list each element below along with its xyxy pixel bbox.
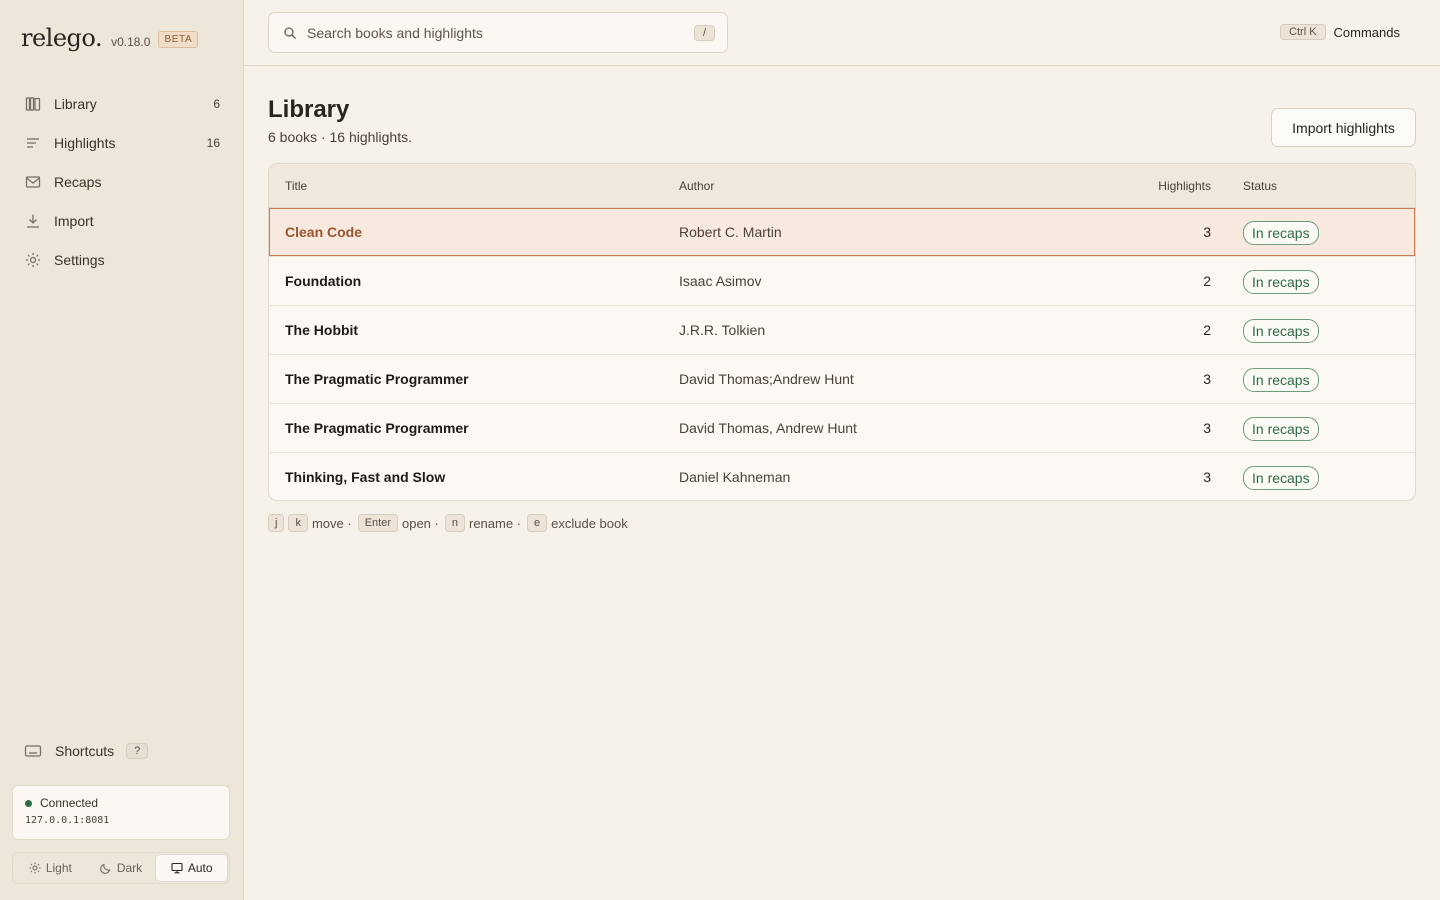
book-title: Foundation [285, 273, 362, 289]
hint-key-k: k [288, 514, 308, 532]
theme-auto-label: Auto [187, 861, 213, 875]
status-badge: In recaps [1243, 466, 1319, 490]
book-title: Clean Code [285, 224, 363, 240]
status-badge: In recaps [1243, 270, 1319, 294]
search-input[interactable] [307, 24, 694, 41]
status-badge: In recaps [1243, 319, 1319, 343]
hint-key-j: j [268, 514, 285, 532]
hint-key-e: e [527, 514, 548, 532]
book-highlight-count: 3 [1203, 224, 1211, 240]
commands-button[interactable]: Ctrl K Commands [1280, 24, 1400, 40]
sidebar-item-count: 16 [206, 135, 220, 150]
top-bar: / Ctrl K Commands [244, 0, 1440, 66]
table-row[interactable]: Foundation Isaac Asimov 2 In recaps [269, 257, 1415, 306]
monitor-icon [171, 862, 183, 874]
connection-status: Connected [25, 796, 217, 810]
table-row[interactable]: The Hobbit J.R.R. Tolkien 2 In recaps [269, 306, 1415, 355]
theme-dark-button[interactable]: Dark [86, 855, 157, 881]
sidebar-item-import[interactable]: Import [12, 201, 232, 240]
book-author: Robert C. Martin [679, 224, 782, 240]
book-highlight-count: 2 [1203, 322, 1211, 338]
mail-icon [25, 174, 41, 190]
status-badge: In recaps [1243, 417, 1319, 441]
book-title: The Hobbit [285, 322, 359, 338]
theme-dark-label: Dark [116, 861, 143, 875]
column-header-highlights[interactable]: Highlights [1089, 179, 1211, 193]
theme-auto-button[interactable]: Auto [156, 855, 228, 881]
status-badge: In recaps [1243, 368, 1319, 392]
download-icon [25, 213, 41, 229]
book-highlight-count: 3 [1203, 469, 1211, 485]
book-highlight-count: 3 [1203, 420, 1211, 436]
sidebar-item-label: Settings [54, 251, 105, 268]
table-row[interactable]: The Pragmatic Programmer David Thomas, A… [269, 404, 1415, 453]
book-highlight-count: 2 [1203, 273, 1211, 289]
sidebar-item-label: Import [54, 212, 94, 229]
shortcuts-key: ? [126, 743, 149, 759]
library-icon [25, 96, 41, 112]
book-title: The Pragmatic Programmer [285, 371, 469, 387]
search-icon [283, 26, 297, 40]
hint-key-enter: Enter [357, 514, 398, 532]
sidebar-item-highlights[interactable]: Highlights 16 [12, 123, 232, 162]
search-box[interactable]: / [268, 12, 728, 53]
connection-address: 127.0.0.1:8081 [25, 815, 110, 826]
connection-card: Connected 127.0.0.1:8081 [12, 785, 230, 840]
app-version: v0.18.0 [111, 35, 151, 49]
import-highlights-button[interactable]: Import highlights [1271, 108, 1416, 147]
table-row[interactable]: Thinking, Fast and Slow Daniel Kahneman … [269, 453, 1415, 500]
connection-status-label: Connected [40, 796, 99, 810]
search-shortcut-key: / [693, 24, 715, 41]
column-header-title[interactable]: Title [285, 179, 307, 193]
sidebar: relego. v0.18.0 BETA Library 6 Highlight… [0, 0, 244, 900]
hint-key-n: n [444, 514, 465, 532]
column-header-status[interactable]: Status [1243, 179, 1277, 193]
status-badge: In recaps [1243, 221, 1319, 245]
sidebar-item-library[interactable]: Library 6 [12, 84, 232, 123]
book-author: David Thomas, Andrew Hunt [679, 420, 857, 436]
commands-shortcut-key: Ctrl K [1280, 24, 1326, 40]
status-dot-icon [25, 799, 32, 807]
library-table: Title Author Highlights Status Clean Cod… [268, 163, 1416, 501]
table-row[interactable]: The Pragmatic Programmer David Thomas;An… [269, 355, 1415, 404]
beta-badge: BETA [158, 31, 199, 48]
theme-light-button[interactable]: Light [15, 855, 86, 881]
theme-light-label: Light [45, 861, 72, 875]
keyboard-hints: j k move · Enter open · n rename · e exc… [268, 514, 634, 532]
hint-text-move: move · [311, 515, 352, 531]
sidebar-item-label: Library [54, 95, 97, 112]
sidebar-nav: Library 6 Highlights 16 Recaps Import Se… [12, 84, 232, 279]
gear-icon [25, 252, 41, 268]
moon-icon [100, 862, 112, 874]
table-row[interactable]: Clean Code Robert C. Martin 3 In recaps [269, 208, 1415, 257]
sidebar-item-settings[interactable]: Settings [12, 240, 232, 279]
hint-text-exclude: exclude book [551, 515, 628, 531]
table-header: Title Author Highlights Status [269, 164, 1415, 208]
page-subtitle: 6 books · 16 highlights. [268, 129, 412, 145]
column-header-author[interactable]: Author [679, 179, 714, 193]
page-title: Library [268, 96, 350, 123]
sidebar-item-count: 6 [213, 96, 220, 111]
theme-switch: Light Dark Auto [12, 852, 230, 884]
sun-icon [29, 862, 41, 874]
highlights-icon [25, 135, 41, 151]
book-author: David Thomas;Andrew Hunt [679, 371, 854, 387]
shortcuts-button[interactable]: Shortcuts ? [24, 743, 149, 759]
book-author: Isaac Asimov [679, 273, 762, 289]
book-title: The Pragmatic Programmer [285, 420, 469, 436]
book-title: Thinking, Fast and Slow [285, 469, 446, 485]
brand: relego. v0.18.0 BETA [21, 24, 199, 52]
hint-text-rename: rename · [468, 515, 522, 531]
sidebar-item-recaps[interactable]: Recaps [12, 162, 232, 201]
commands-label: Commands [1333, 24, 1400, 40]
sidebar-item-label: Highlights [54, 134, 116, 151]
book-highlight-count: 3 [1203, 371, 1211, 387]
app-logo[interactable]: relego. [21, 24, 103, 52]
shortcuts-label: Shortcuts [55, 743, 115, 759]
book-author: Daniel Kahneman [679, 469, 791, 485]
sidebar-item-label: Recaps [54, 173, 102, 190]
keyboard-icon [24, 744, 42, 758]
book-author: J.R.R. Tolkien [679, 322, 766, 338]
hint-text-open: open · [401, 515, 439, 531]
